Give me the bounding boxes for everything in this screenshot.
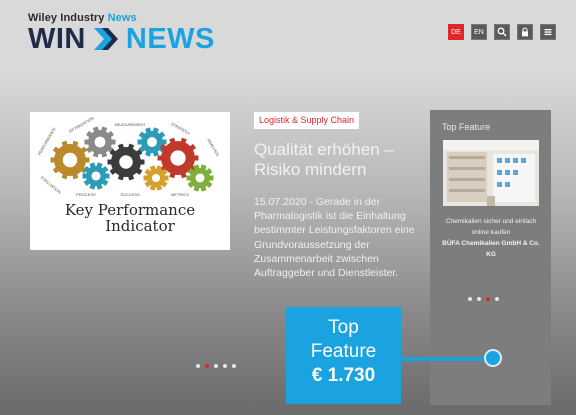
gear-word-label: METRICS — [171, 192, 189, 197]
slider-dot-5[interactable] — [232, 364, 236, 368]
logo-news-text: NEWS — [125, 22, 215, 55]
feature-pagination — [468, 297, 499, 301]
gear-word-label: SUCCESS — [120, 192, 140, 197]
image-caption-line2: Indicator — [105, 217, 175, 235]
search-icon — [497, 27, 507, 37]
callout-connector-line — [400, 357, 492, 361]
gear-word-label: PERFORMANCE — [37, 126, 57, 156]
callout-line1: Top — [328, 317, 359, 338]
feature-dot-1[interactable] — [468, 297, 472, 301]
top-feature-image[interactable] — [443, 140, 539, 206]
gear-word-label: PROCESS — [76, 192, 96, 197]
top-feature-text[interactable]: Chemikalien sicher und einfach online ka… — [440, 216, 542, 260]
article-excerpt: 15.07.2020 - Gerade in der Pharmalogisti… — [254, 196, 415, 280]
gear-word-label: OPTIMIZATION — [68, 115, 95, 133]
search-button[interactable] — [494, 24, 510, 40]
site-logo[interactable]: Wiley Industry News WIN NEWS — [28, 12, 215, 55]
logo-chevron-icon — [93, 28, 118, 50]
warehouse-shelves-image — [443, 140, 539, 206]
gear-word-label: EVALUATION — [40, 175, 62, 195]
price-callout: Top Feature € 1.730 — [286, 307, 401, 404]
feature-dot-3[interactable] — [486, 297, 490, 301]
slider-pagination — [196, 364, 236, 368]
gear-word-label: STRATEGY — [170, 121, 191, 136]
login-button[interactable] — [517, 24, 533, 40]
category-badge[interactable]: Logistik & Supply Chain — [254, 112, 360, 129]
callout-line2: Feature — [310, 341, 377, 362]
gear-icon — [186, 164, 214, 192]
lang-de-button[interactable]: DE — [448, 24, 464, 40]
top-feature-company: BÜFA Chemikalien GmbH & Co. KG — [442, 240, 540, 258]
article-title[interactable]: Qualität erhöhen – Risiko mindern — [254, 140, 419, 180]
gear-word-label: MEASUREMENT — [114, 122, 146, 127]
top-feature-description: Chemikalien sicher und einfach online ka… — [445, 218, 537, 236]
lang-en-button[interactable]: EN — [471, 24, 487, 40]
feature-dot-2[interactable] — [477, 297, 481, 301]
logo-win-text: WIN — [28, 22, 86, 55]
slider-dot-1[interactable] — [196, 364, 200, 368]
slider-dot-3[interactable] — [214, 364, 218, 368]
kpi-gears-illustration: PERFORMANCE OPTIMIZATION MEASUREMENT STRATE… — [37, 115, 221, 235]
gear-icon — [143, 165, 169, 191]
feature-dot-4[interactable] — [495, 297, 499, 301]
site-header: Wiley Industry News WIN NEWS DE EN — [0, 0, 576, 68]
callout-price: € 1.730 — [311, 365, 376, 386]
callout-connector-dot — [484, 349, 502, 367]
lock-icon — [522, 27, 528, 37]
menu-button[interactable] — [540, 24, 556, 40]
slider-dot-4[interactable] — [223, 364, 227, 368]
slider-dot-2[interactable] — [205, 364, 209, 368]
article-image[interactable]: PERFORMANCE OPTIMIZATION MEASUREMENT STRATE… — [30, 112, 230, 250]
header-toolbar: DE EN — [448, 24, 556, 40]
gear-word-label: ANALYSIS — [206, 138, 220, 157]
top-feature-heading: Top Feature — [442, 122, 491, 132]
gear-icon — [82, 162, 110, 190]
hamburger-menu-icon — [544, 29, 552, 36]
